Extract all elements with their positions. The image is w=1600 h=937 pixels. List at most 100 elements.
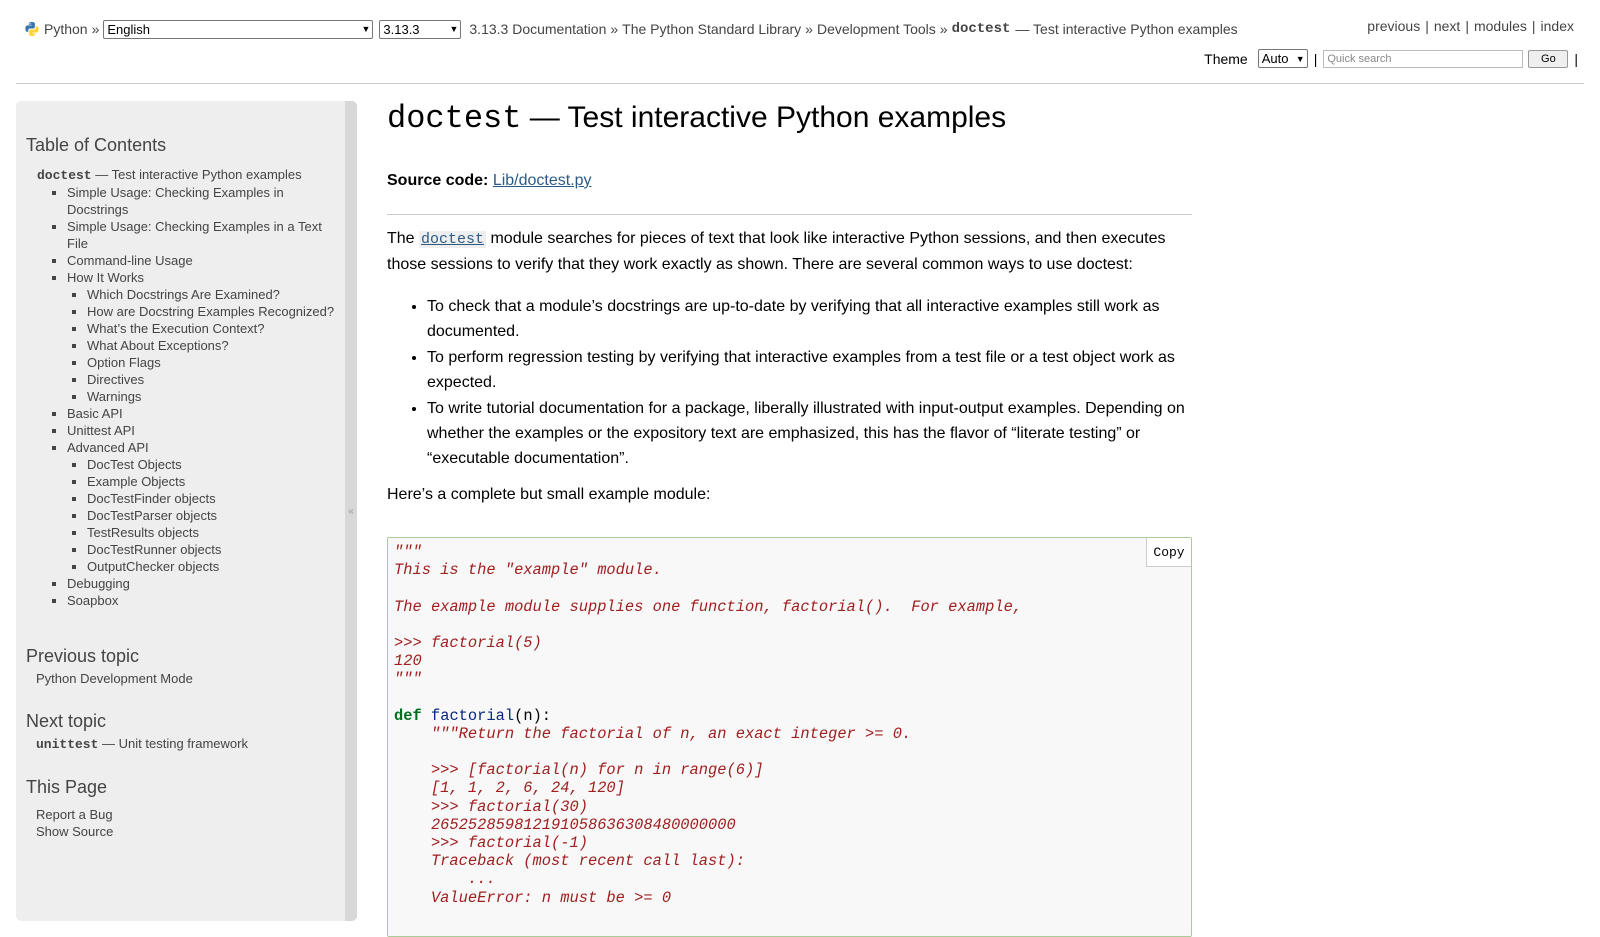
nav-divider: | <box>1465 18 1469 34</box>
code-string: """ <box>394 670 422 689</box>
home-link[interactable]: Python <box>44 21 88 37</box>
breadcrumb-documentation[interactable]: 3.13.3 Documentation <box>469 21 606 37</box>
previous-link[interactable]: previous <box>1367 18 1420 34</box>
code-line: """ <box>394 670 1022 688</box>
copy-button[interactable]: Copy <box>1146 538 1191 567</box>
toc-subitem-link[interactable]: Which Docstrings Are Examined? <box>87 287 280 302</box>
toc-item-link[interactable]: Advanced API <box>67 440 149 455</box>
toc-item[interactable]: Advanced API DocTest Objects Example Objec… <box>67 439 337 575</box>
this-page-heading: This Page <box>26 777 108 797</box>
toc-subitem-link[interactable]: OutputChecker objects <box>87 559 219 574</box>
toc-subitem-link[interactable]: Directives <box>87 372 144 387</box>
toc-item[interactable]: Soapbox <box>67 592 337 609</box>
language-select[interactable]: English ▼ <box>103 19 374 39</box>
version-select[interactable]: 3.13.3 ▼ <box>379 19 462 39</box>
toc-root-item[interactable]: doctest — Test interactive Python exampl… <box>37 166 337 609</box>
toc-item[interactable]: Basic API <box>67 405 337 422</box>
code-line: >>> factorial(30) <box>394 798 1022 816</box>
toc-root-title[interactable]: — Test interactive Python examples <box>95 167 301 182</box>
toc-subitem-link[interactable]: DocTestParser objects <box>87 508 217 523</box>
toc-subitem[interactable]: What’s the Execution Context? <box>87 320 337 337</box>
toc-subitem[interactable]: DocTestFinder objects <box>87 490 337 507</box>
doctest-module-link[interactable]: doctest <box>419 231 487 248</box>
toc-subitem[interactable]: Which Docstrings Are Examined? <box>87 286 337 303</box>
previous-topic-link[interactable]: Python Development Mode <box>36 671 193 686</box>
theme-label: Theme <box>1204 50 1248 67</box>
toc-subitem[interactable]: TestResults objects <box>87 524 337 541</box>
toc-subitem-link[interactable]: DocTest Objects <box>87 457 182 472</box>
page-title-module: doctest <box>387 100 522 137</box>
toc-subitem-link[interactable]: DocTestFinder objects <box>87 491 216 506</box>
toc-subitem[interactable]: What About Exceptions? <box>87 337 337 354</box>
toc-subitem-link[interactable]: Example Objects <box>87 474 185 489</box>
code-function-name: factorial <box>430 706 515 725</box>
toc-item-link[interactable]: Simple Usage: Checking Examples in a Tex… <box>67 219 322 251</box>
toc-item[interactable]: Simple Usage: Checking Examples in a Tex… <box>67 218 337 252</box>
index-link[interactable]: index <box>1541 18 1574 34</box>
toc-subitem[interactable]: Example Objects <box>87 473 337 490</box>
toc-item[interactable]: How It Works Which Docstrings Are Examine… <box>67 269 337 405</box>
toc-item-link[interactable]: Debugging <box>67 576 130 591</box>
toc-item-link[interactable]: Unittest API <box>67 423 135 438</box>
toc-subitem-link[interactable]: What’s the Execution Context? <box>87 321 265 336</box>
source-code-line: Source code: Lib/doctest.py <box>387 172 592 190</box>
toc-subitem-link[interactable]: DocTestRunner objects <box>87 542 221 557</box>
toc-subitem-link[interactable]: Warnings <box>87 389 141 404</box>
report-bug-link[interactable]: Report a Bug <box>36 807 113 822</box>
toc-subitem-link[interactable]: How are Docstring Examples Recognized? <box>87 304 334 319</box>
code-listing: """ This is the "example" module. The exam… <box>394 543 1022 907</box>
toc-item-link[interactable]: Basic API <box>67 406 123 421</box>
code-line: The example module supplies one function… <box>394 598 1022 616</box>
breadcrumb-development-tools[interactable]: Development Tools <box>817 21 936 37</box>
toc-item-link[interactable]: Command-line Usage <box>67 253 193 268</box>
breadcrumb-separator: » <box>939 21 948 37</box>
toc-subitem-link[interactable]: What About Exceptions? <box>87 338 229 353</box>
next-topic-module: unittest <box>36 737 99 752</box>
toc-subitem[interactable]: DocTest Objects <box>87 456 337 473</box>
toc-subitem-link[interactable]: TestResults objects <box>87 525 199 540</box>
show-source-link[interactable]: Show Source <box>36 824 113 839</box>
next-link[interactable]: next <box>1434 18 1460 34</box>
next-topic-link[interactable]: unittest — Unit testing framework <box>36 736 248 752</box>
search-go-button[interactable]: Go <box>1528 49 1569 68</box>
code-string: ValueError: n must be >= 0 <box>394 888 672 907</box>
divider <box>387 214 1192 215</box>
python-logo-icon <box>25 22 39 36</box>
next-topic-title: — Unit testing framework <box>102 736 248 751</box>
toc-subitem[interactable]: OutputChecker objects <box>87 558 337 575</box>
code-string: """Return the factorial of n, an exact i… <box>394 724 912 743</box>
source-code-link[interactable]: Lib/doctest.py <box>493 172 592 189</box>
theme-select[interactable]: Auto ▼ <box>1257 49 1308 68</box>
search-input[interactable]: Quick search <box>1323 49 1524 68</box>
toc-item-link[interactable]: Simple Usage: Checking Examples in Docst… <box>67 185 284 217</box>
toc-subitem[interactable]: How are Docstring Examples Recognized? <box>87 303 337 320</box>
toc-item[interactable]: Simple Usage: Checking Examples in Docst… <box>67 184 337 218</box>
related-links: previous | next | modules | index <box>1367 18 1574 34</box>
code-string: >>> factorial(30) <box>394 797 588 816</box>
toc-item-link[interactable]: How It Works <box>67 270 144 285</box>
toc-subitem[interactable]: Warnings <box>87 388 337 405</box>
toc-item[interactable]: Command-line Usage <box>67 252 337 269</box>
code-string: """ <box>394 543 422 561</box>
nav-divider: | <box>1531 18 1536 34</box>
toc-root-module[interactable]: doctest <box>37 168 92 183</box>
breadcrumb-standard-library[interactable]: The Python Standard Library <box>622 21 801 37</box>
page-title: doctest — Test interactive Python exampl… <box>387 100 1006 137</box>
toc-subitem[interactable]: DocTestParser objects <box>87 507 337 524</box>
code-line: 265252859812191058636308480000000 <box>394 816 1022 834</box>
top-navigation: Python » English ▼ 3.13.3 ▼ 3.13.3 Docum… <box>16 0 1584 84</box>
list-item: To perform regression testing by verifyi… <box>427 345 1192 395</box>
toc-item-link[interactable]: Soapbox <box>67 593 118 608</box>
toc-subitem[interactable]: Directives <box>87 371 337 388</box>
sidebar-collapse-button[interactable]: « <box>345 101 357 921</box>
toc-item[interactable]: Debugging <box>67 575 337 592</box>
language-select-value: English <box>107 21 151 37</box>
toc-subitem-link[interactable]: Option Flags <box>87 355 161 370</box>
modules-link[interactable]: modules <box>1474 18 1527 34</box>
toc-item[interactable]: Unittest API <box>67 422 337 439</box>
toc-subitem[interactable]: Option Flags <box>87 354 337 371</box>
toc-subitem[interactable]: DocTestRunner objects <box>87 541 337 558</box>
